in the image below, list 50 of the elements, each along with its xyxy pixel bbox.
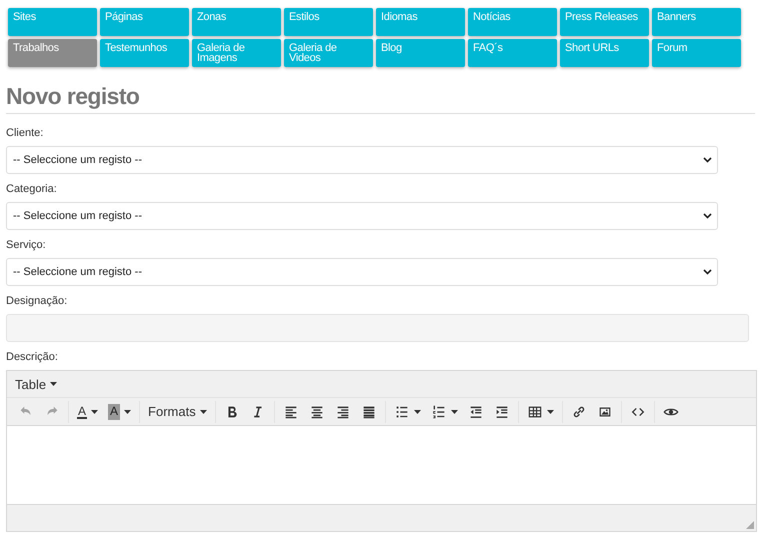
caret-icon bbox=[414, 410, 421, 414]
chevron-down-icon bbox=[703, 213, 712, 219]
nav-tab[interactable]: Notícias bbox=[468, 8, 557, 36]
nav-tab[interactable]: Estilos bbox=[284, 8, 373, 36]
nav-tab[interactable]: Trabalhos bbox=[8, 39, 97, 67]
caret-icon bbox=[50, 382, 58, 386]
chevron-down-icon bbox=[703, 269, 712, 275]
caret-icon bbox=[124, 410, 132, 414]
bullet-list-icon bbox=[394, 404, 410, 420]
nav-tab[interactable]: Blog bbox=[376, 39, 465, 67]
caret-icon bbox=[200, 410, 207, 414]
formats-dropdown[interactable]: Formats bbox=[143, 400, 212, 422]
align-left-icon bbox=[282, 404, 299, 420]
nav-tab[interactable]: Testemunhos bbox=[100, 39, 189, 67]
menu-item[interactable]: Table bbox=[10, 374, 62, 394]
align-center-icon bbox=[308, 404, 325, 420]
outdent-icon bbox=[468, 404, 484, 420]
field-label: Descrição: bbox=[6, 351, 59, 364]
nav-tab[interactable]: Press Releases bbox=[560, 8, 649, 36]
caret-icon bbox=[91, 410, 98, 414]
input-field[interactable] bbox=[6, 314, 749, 342]
select-field[interactable]: -- Seleccione um registo -- bbox=[6, 146, 718, 174]
table-icon bbox=[526, 404, 543, 420]
numbered-list-icon bbox=[430, 404, 447, 420]
nav-tab[interactable]: Idiomas bbox=[376, 8, 465, 36]
nav-tab[interactable]: Sites bbox=[8, 8, 97, 36]
select-field[interactable]: -- Seleccione um registo -- bbox=[6, 258, 718, 286]
highlight-color-button[interactable]: A bbox=[103, 400, 136, 422]
chevron-down-icon bbox=[703, 157, 712, 163]
select-field[interactable]: -- Seleccione um registo -- bbox=[6, 202, 718, 230]
caret-icon bbox=[546, 410, 554, 414]
nav-tab[interactable]: Páginas bbox=[100, 8, 189, 36]
justify-icon bbox=[360, 404, 377, 420]
nav-tab[interactable]: Banners bbox=[652, 8, 741, 36]
field-label: Serviço: bbox=[6, 239, 47, 252]
nav-tab[interactable]: Galeria de Videos bbox=[284, 39, 373, 67]
align-right-icon bbox=[334, 404, 351, 420]
indent-icon bbox=[494, 404, 510, 420]
caret-icon bbox=[450, 410, 458, 414]
field-label: Categoria: bbox=[6, 183, 58, 196]
nav-tab[interactable]: Zonas bbox=[192, 8, 281, 36]
page-title: Novo registo bbox=[6, 83, 140, 109]
field-label: Designação: bbox=[6, 295, 68, 308]
nav-tab[interactable]: Galeria de Imagens bbox=[192, 39, 281, 67]
resize-handle-icon[interactable] bbox=[746, 521, 754, 529]
nav-tab[interactable]: Short URLs bbox=[560, 39, 649, 67]
nav-tab[interactable]: FAQ´s bbox=[468, 39, 557, 67]
text-color-button[interactable]: A bbox=[72, 400, 104, 422]
field-label: Cliente: bbox=[6, 127, 44, 140]
nav-tab[interactable]: Forum bbox=[652, 39, 741, 67]
